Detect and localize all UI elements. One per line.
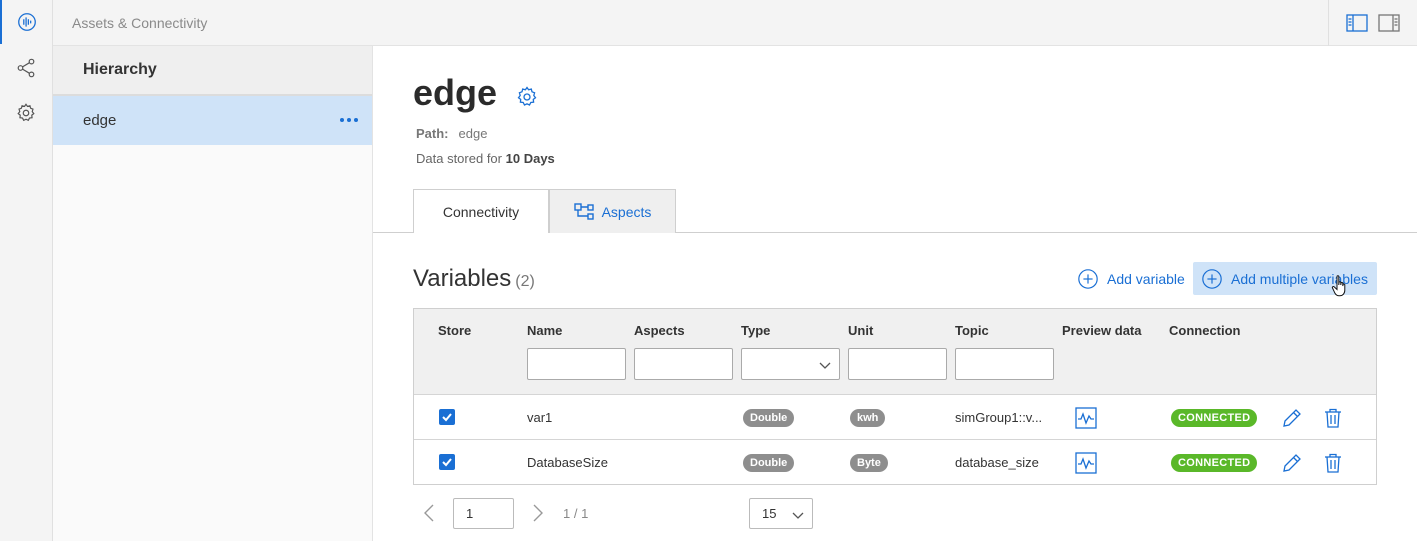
data-retention: Data stored for 10 Days: [416, 151, 555, 166]
page-size-select[interactable]: 15: [749, 498, 813, 529]
hierarchy-heading: Hierarchy: [53, 46, 372, 96]
variables-count: (2): [515, 273, 535, 290]
retention-value: 10 Days: [505, 151, 555, 166]
col-name: Name: [527, 323, 563, 338]
chevron-right-icon: [533, 504, 543, 522]
dot-icon: [354, 118, 358, 122]
type-badge: Double: [743, 453, 795, 472]
pencil-icon: [1283, 409, 1301, 427]
more-options-button[interactable]: [338, 110, 360, 130]
toggle-left-panel-button[interactable]: [1345, 12, 1369, 34]
toggle-right-panel-button[interactable]: [1377, 12, 1401, 34]
filter-unit-input[interactable]: [848, 348, 947, 380]
hand-cursor-icon: [1331, 275, 1346, 297]
connection-status-badge: CONNECTED: [1171, 453, 1258, 472]
dot-icon: [347, 118, 351, 122]
variable-name: var1: [527, 410, 553, 425]
dot-icon: [340, 118, 344, 122]
assets-app-icon: [18, 13, 36, 31]
preview-data-button[interactable]: [1074, 451, 1098, 475]
path-value: edge: [458, 126, 488, 141]
path-label: Path:: [416, 126, 449, 141]
retention-prefix: Data stored for: [416, 151, 502, 166]
chevron-down-icon: [792, 512, 804, 519]
hierarchy-item-edge[interactable]: edge: [53, 96, 372, 145]
add-variable-label: Add variable: [1107, 270, 1185, 287]
check-icon: [442, 413, 452, 422]
variables-table: Store Name Aspects Type Unit Topic Previ…: [413, 308, 1377, 485]
right-panel-icon: [1378, 14, 1400, 32]
asset-path: Path: edge: [416, 126, 487, 141]
app-title: Assets & Connectivity: [72, 15, 208, 31]
variable-topic: database_size: [955, 455, 1039, 470]
edit-button[interactable]: [1280, 451, 1304, 475]
variable-name: DatabaseSize: [527, 455, 608, 470]
col-connection: Connection: [1169, 323, 1241, 338]
gear-icon: [17, 103, 35, 122]
topbar-divider: [1328, 0, 1329, 46]
filter-name-input[interactable]: [527, 348, 626, 380]
main-content: edge Path: edge Data stored for 10 Days C…: [373, 46, 1417, 541]
page-total: 1 / 1: [563, 506, 589, 521]
tab-label: Connectivity: [442, 203, 520, 220]
asset-settings-icon[interactable]: [515, 85, 539, 109]
preview-data-button[interactable]: [1074, 406, 1098, 430]
col-topic: Topic: [955, 323, 989, 338]
table-row: DatabaseSize Double Byte database_size C…: [414, 440, 1376, 485]
col-type: Type: [741, 323, 771, 338]
store-checkbox[interactable]: [439, 409, 455, 425]
hierarchy-item-label: edge: [83, 112, 117, 129]
hierarchy-panel: Hierarchy edge: [53, 46, 373, 541]
edit-button[interactable]: [1280, 406, 1304, 430]
table-header: Store Name Aspects Type Unit Topic Previ…: [414, 309, 1376, 395]
variable-topic: simGroup1::v...: [955, 410, 1043, 425]
table-row: var1 Double kwh simGroup1::v... CONNECTE…: [414, 395, 1376, 440]
col-preview-data: Preview data: [1062, 323, 1142, 338]
chart-preview-icon: [1075, 407, 1097, 429]
col-unit: Unit: [848, 323, 874, 338]
rail-settings[interactable]: [0, 91, 52, 135]
delete-button[interactable]: [1321, 451, 1345, 475]
filter-aspects-input[interactable]: [634, 348, 733, 380]
delete-button[interactable]: [1321, 406, 1345, 430]
trash-icon: [1325, 453, 1341, 473]
chevron-down-icon: [819, 362, 831, 369]
store-checkbox[interactable]: [439, 454, 455, 470]
top-bar: Assets & Connectivity: [53, 0, 1417, 46]
share-icon: [17, 58, 35, 78]
variables-heading: Variables (2): [413, 265, 535, 293]
filter-topic-input[interactable]: [955, 348, 1054, 380]
variables-title: Variables: [413, 265, 512, 292]
unit-badge: kwh: [850, 408, 886, 427]
previous-page-button[interactable]: [419, 501, 439, 525]
filter-type-select[interactable]: [741, 348, 840, 380]
check-icon: [442, 458, 452, 467]
trash-icon: [1325, 408, 1341, 428]
connection-status-badge: CONNECTED: [1171, 408, 1258, 427]
tab-label: Aspects: [601, 203, 652, 220]
add-variable-button[interactable]: Add variable: [1069, 262, 1193, 295]
tab-connectivity[interactable]: Connectivity: [413, 189, 549, 233]
col-store: Store: [438, 323, 472, 338]
unit-badge: Byte: [850, 453, 888, 472]
plus-circle-icon: [1078, 268, 1098, 289]
left-rail: [0, 0, 53, 541]
chart-preview-icon: [1075, 452, 1097, 474]
type-badge: Double: [743, 408, 795, 427]
left-panel-icon: [1346, 14, 1368, 32]
tab-aspects[interactable]: Aspects: [549, 189, 676, 233]
page-size-value: 15: [762, 506, 777, 521]
chevron-left-icon: [424, 504, 434, 522]
rail-share[interactable]: [0, 46, 52, 90]
next-page-button[interactable]: [528, 501, 548, 525]
rail-assets[interactable]: [0, 0, 52, 44]
asset-title: edge: [413, 72, 498, 113]
page-number-input[interactable]: [453, 498, 514, 529]
plus-circle-icon: [1202, 268, 1222, 289]
pencil-icon: [1283, 454, 1301, 472]
aspects-icon: [573, 202, 594, 220]
col-aspects: Aspects: [634, 323, 685, 338]
